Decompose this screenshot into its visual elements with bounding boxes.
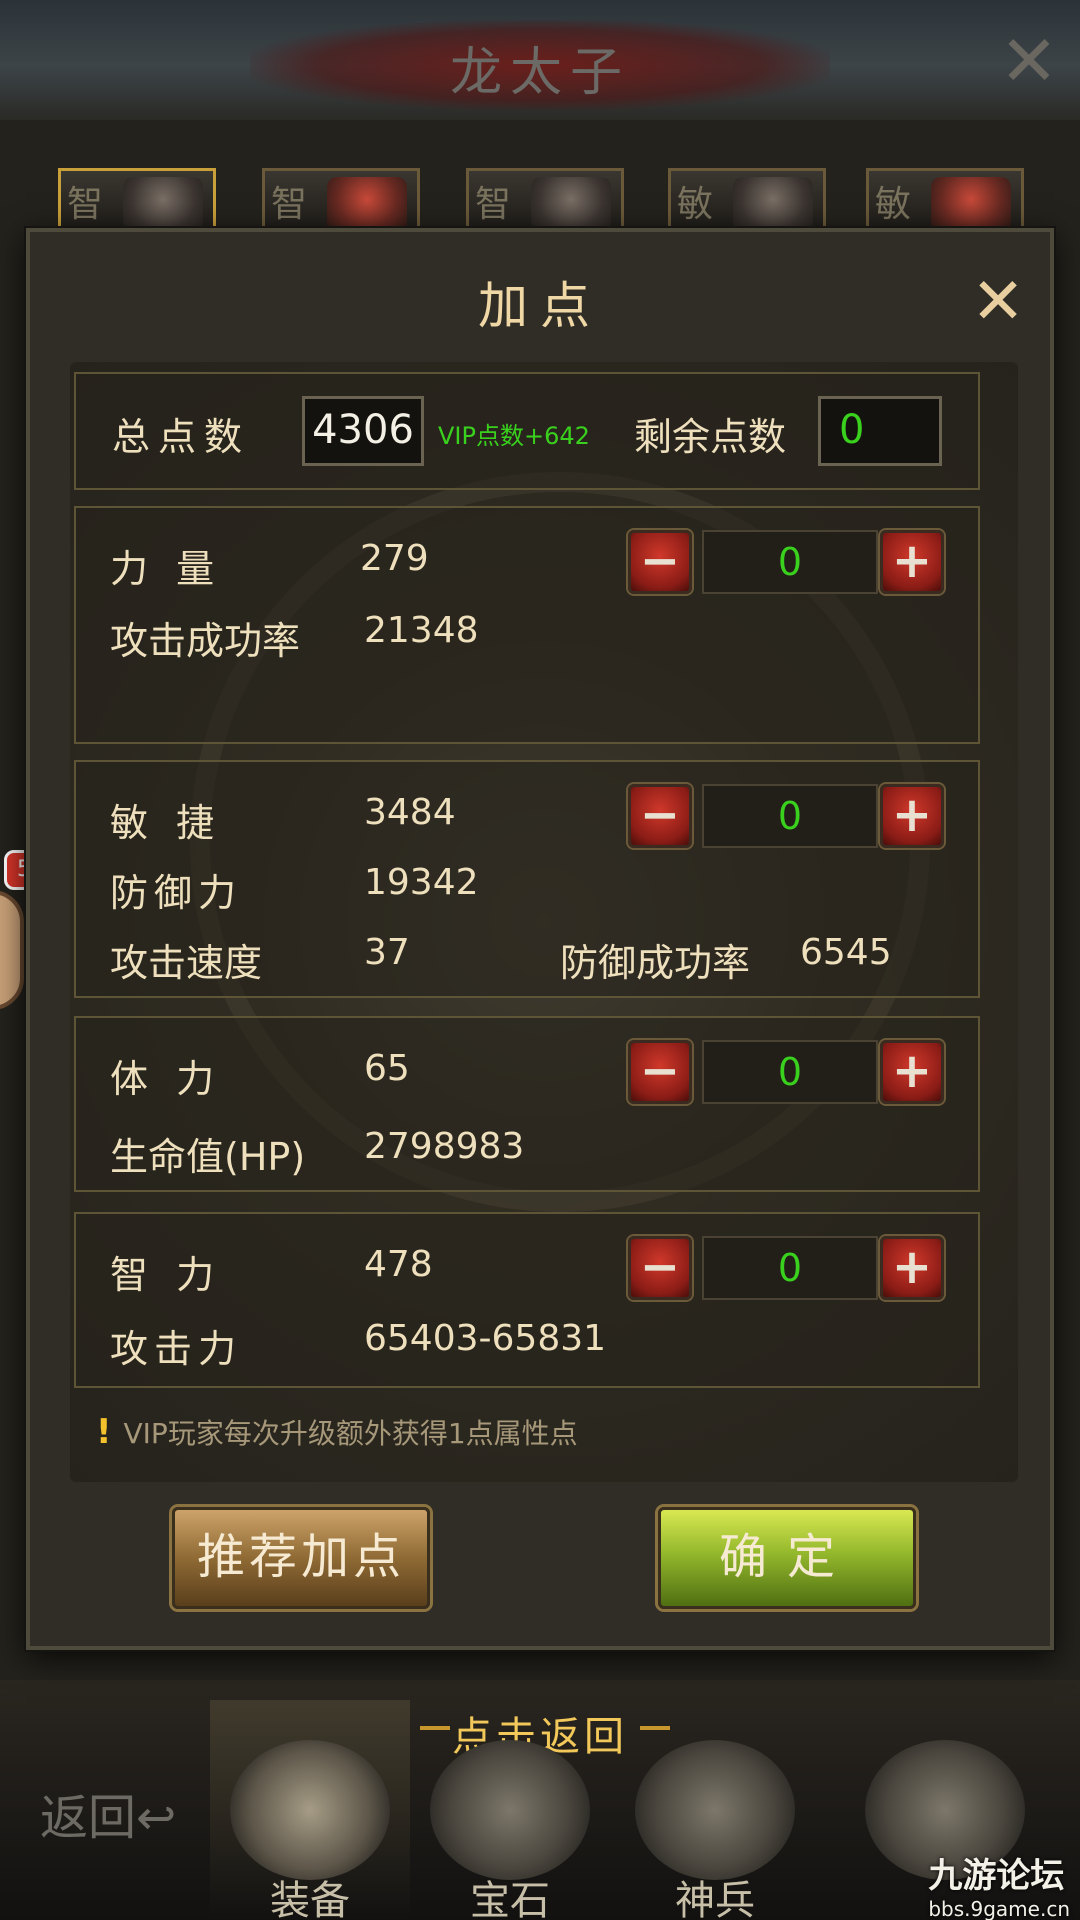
dialog-title: 加点	[478, 277, 602, 335]
class-tab-label: 智	[475, 184, 512, 225]
character-name: 龙太子	[449, 43, 630, 103]
watermark-brand: 九游论坛	[928, 1856, 1065, 1896]
detail-value: 65403-65831	[364, 1318, 607, 1359]
close-icon[interactable]: ✕	[996, 26, 1062, 96]
class-tab-label: 智	[271, 184, 308, 225]
increase-button[interactable]: +	[880, 1236, 944, 1300]
class-tab[interactable]: 智	[58, 168, 216, 234]
detail-label: 攻击成功率	[110, 619, 301, 663]
assistant-avatar-icon	[0, 890, 24, 1010]
stat-name: 体 力	[110, 1057, 223, 1101]
stat-value: 3484	[364, 792, 456, 833]
increase-button[interactable]: +	[880, 784, 944, 848]
nav-label: 装备	[270, 1878, 350, 1920]
vip-tip: ! VIP玩家每次升级额外获得1点属性点	[96, 1412, 578, 1452]
class-portrait-icon	[733, 177, 813, 233]
stat-name: 敏 捷	[110, 801, 223, 845]
class-portrait-icon	[931, 177, 1011, 233]
remaining-points-value: 0	[818, 396, 942, 466]
nav-label: 宝石	[470, 1878, 550, 1920]
class-tab[interactable]: 智	[466, 168, 624, 234]
back-label: 返回	[40, 1790, 137, 1846]
detail-label: 防御力	[110, 871, 243, 915]
total-points-label: 总点数	[112, 415, 251, 459]
increase-button[interactable]: +	[880, 1040, 944, 1104]
stat-value: 65	[364, 1048, 410, 1089]
class-tab-label: 敏	[875, 184, 912, 225]
detail-label: 攻击速度	[110, 941, 263, 985]
stat-panel-intelligence: 智 力 478 攻击力 65403-65831 − 0 +	[74, 1212, 980, 1388]
increase-button[interactable]: +	[880, 530, 944, 594]
top-bar: 龙太子 ✕	[0, 0, 1080, 120]
nav-label: 神兵	[675, 1878, 755, 1920]
stat-name: 智 力	[110, 1253, 223, 1297]
exclamation-icon: !	[96, 1412, 112, 1452]
stat-value: 478	[364, 1244, 433, 1285]
nav-divine-weapon[interactable]: 神兵	[615, 1700, 815, 1920]
class-portrait-icon	[327, 177, 407, 233]
detail-label: 防御成功率	[560, 941, 751, 985]
recommend-points-button[interactable]: 推荐加点	[172, 1507, 430, 1609]
class-tab[interactable]: 智	[262, 168, 420, 234]
class-portrait-icon	[531, 177, 611, 233]
nav-equipment[interactable]: 装备	[210, 1700, 410, 1920]
class-portrait-icon	[123, 177, 203, 233]
allocation-input[interactable]: 0	[702, 1236, 878, 1300]
sword-icon	[635, 1740, 795, 1880]
return-arrow-icon: ↩	[136, 1790, 177, 1846]
detail-value: 37	[364, 932, 410, 973]
armor-icon	[230, 1740, 390, 1880]
stat-panel-agility: 敏 捷 3484 防御力 19342 攻击速度 37 防御成功率 6545 − …	[74, 760, 980, 998]
gem-icon	[430, 1740, 590, 1880]
vip-bonus-text: VIP点数+642	[438, 422, 590, 450]
allocation-input[interactable]: 0	[702, 1040, 878, 1104]
stat-panel-stamina: 体 力 65 生命值(HP) 2798983 − 0 +	[74, 1016, 980, 1192]
detail-value: 2798983	[364, 1126, 525, 1167]
back-button[interactable]: 返回↩	[40, 1778, 176, 1848]
watermark-url: bbs.9game.cn	[928, 1897, 1070, 1920]
stat-panel-strength: 力 量 279 攻击成功率 21348 − 0 +	[74, 506, 980, 744]
class-tab[interactable]: 敏	[668, 168, 826, 234]
add-points-dialog: 加点 ✕ 总点数 4306 VIP点数+642 剩余点数 0 力 量 279 攻…	[26, 228, 1054, 1650]
stat-name: 力 量	[110, 547, 223, 591]
decrease-button[interactable]: −	[628, 530, 692, 594]
class-tab-label: 智	[67, 184, 104, 225]
confirm-button[interactable]: 确定	[658, 1507, 916, 1609]
class-tab-label: 敏	[677, 184, 714, 225]
class-tabs: 智 智 智 敏 敏	[0, 168, 1080, 234]
class-tab[interactable]: 敏	[866, 168, 1024, 234]
decrease-button[interactable]: −	[628, 784, 692, 848]
detail-label: 攻击力	[110, 1327, 243, 1371]
allocation-input[interactable]: 0	[702, 784, 878, 848]
detail-label: 生命值(HP)	[110, 1135, 306, 1179]
stat-value: 279	[360, 538, 429, 579]
points-summary-panel: 总点数 4306 VIP点数+642 剩余点数 0	[74, 372, 980, 490]
close-icon[interactable]: ✕	[968, 270, 1028, 334]
decrease-button[interactable]: −	[628, 1040, 692, 1104]
allocation-input[interactable]: 0	[702, 530, 878, 594]
total-points-value: 4306	[302, 396, 424, 466]
detail-value: 19342	[364, 862, 479, 903]
tip-text: VIP玩家每次升级额外获得1点属性点	[123, 1417, 578, 1450]
watermark: 九游论坛 bbs.9game.cn	[928, 1848, 1070, 1920]
remaining-points-label: 剩余点数	[634, 415, 787, 459]
detail-value: 6545	[800, 932, 892, 973]
decrease-button[interactable]: −	[628, 1236, 692, 1300]
nav-gem[interactable]: 宝石	[410, 1700, 610, 1920]
detail-value: 21348	[364, 610, 479, 651]
